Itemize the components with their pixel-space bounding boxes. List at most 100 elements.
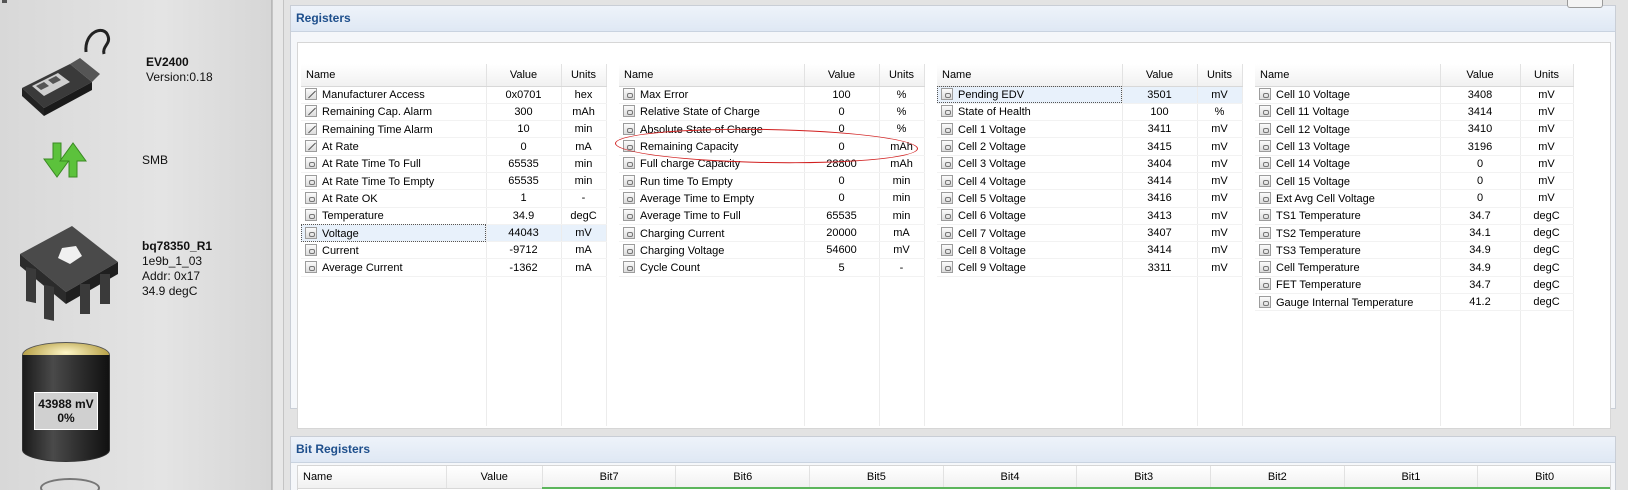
register-row[interactable]: Average Current -1362 mA (301, 258, 607, 277)
register-row[interactable]: Remaining Time Alarm 10 min (301, 120, 607, 139)
register-name-cell[interactable]: Temperature (301, 207, 487, 225)
register-row[interactable]: TS2 Temperature 34.1 degC (1255, 224, 1574, 243)
col-value[interactable]: Value (1440, 64, 1521, 87)
bit-col-value[interactable]: Value (446, 466, 543, 489)
col-value[interactable]: Value (486, 64, 562, 87)
register-name-cell[interactable]: Cycle Count (619, 258, 805, 277)
bit-col-name[interactable]: Name (298, 466, 447, 489)
register-row[interactable]: FET Temperature 34.7 degC (1255, 276, 1574, 295)
col-value[interactable]: Value (804, 64, 880, 87)
bit-col-bit1[interactable]: Bit1 (1344, 466, 1479, 489)
edit-pencil-icon[interactable] (305, 122, 317, 135)
register-row[interactable]: Current -9712 mA (301, 241, 607, 260)
register-name-cell[interactable]: Remaining Time Alarm (301, 120, 487, 139)
register-name-cell[interactable]: Average Current (301, 258, 487, 277)
col-units[interactable]: Units (1520, 64, 1574, 87)
bit-col-bit4[interactable]: Bit4 (943, 466, 1078, 489)
register-name-cell[interactable]: Run time To Empty (619, 172, 805, 191)
register-row[interactable]: Gauge Internal Temperature 41.2 degC (1255, 293, 1574, 312)
register-row[interactable]: Cell 12 Voltage 3410 mV (1255, 120, 1574, 139)
register-value[interactable]: 300 (486, 103, 562, 122)
register-name-cell[interactable]: Cell 12 Voltage (1255, 120, 1441, 139)
panel-splitter[interactable] (272, 0, 284, 490)
register-row[interactable]: Cell Temperature 34.9 degC (1255, 258, 1574, 277)
col-name[interactable]: Name (301, 64, 487, 87)
register-row[interactable]: At Rate Time To Full 65535 min (301, 155, 607, 173)
register-row[interactable]: Cell 11 Voltage 3414 mV (1255, 103, 1574, 122)
edit-pencil-icon[interactable] (305, 105, 317, 118)
register-name-cell[interactable]: Average Time to Full (619, 207, 805, 225)
register-row[interactable]: Cell 15 Voltage 0 mV (1255, 172, 1574, 191)
register-row[interactable]: Remaining Cap. Alarm 300 mAh (301, 103, 607, 122)
bit-col-bit0[interactable]: Bit0 (1477, 466, 1610, 489)
register-row[interactable]: Cell 10 Voltage 3408 mV (1255, 86, 1574, 104)
register-row[interactable]: TS1 Temperature 34.7 degC (1255, 207, 1574, 225)
register-row[interactable]: Cell 13 Voltage 3196 mV (1255, 137, 1574, 156)
register-name-cell[interactable]: Full charge Capacity (619, 155, 805, 173)
register-name-cell[interactable]: State of Health (937, 103, 1123, 122)
register-name-cell[interactable]: Cell Temperature (1255, 258, 1441, 277)
register-name-cell[interactable]: TS2 Temperature (1255, 224, 1441, 243)
register-name-cell[interactable]: At Rate Time To Empty (301, 172, 487, 191)
bit-col-bit2[interactable]: Bit2 (1210, 466, 1345, 489)
col-name[interactable]: Name (1255, 64, 1441, 87)
register-row[interactable]: Cell 8 Voltage 3414 mV (937, 241, 1243, 260)
col-name[interactable]: Name (937, 64, 1123, 87)
register-row[interactable]: State of Health 100% (937, 103, 1243, 122)
register-row[interactable]: Charging Voltage 54600 mV (619, 241, 925, 260)
register-name-cell[interactable]: Average Time to Empty (619, 189, 805, 208)
register-name-cell[interactable]: Cell 7 Voltage (937, 224, 1123, 243)
register-name-cell[interactable]: Cell 1 Voltage (937, 120, 1123, 139)
register-value[interactable]: 0x0701 (486, 86, 562, 104)
register-row[interactable]: Run time To Empty 0 min (619, 172, 925, 191)
register-name-cell[interactable]: Charging Current (619, 224, 805, 243)
register-name-cell[interactable]: Absolute State of Charge (619, 120, 805, 139)
register-name-cell[interactable]: Cell 15 Voltage (1255, 172, 1441, 191)
register-name-cell[interactable]: Cell 5 Voltage (937, 189, 1123, 208)
register-name-cell[interactable]: At Rate (301, 137, 487, 156)
register-name-cell[interactable]: Cell 11 Voltage (1255, 103, 1441, 122)
register-name-cell[interactable]: Cell 2 Voltage (937, 137, 1123, 156)
register-row[interactable]: Cycle Count 5- (619, 258, 925, 277)
register-value[interactable]: 10 (486, 120, 562, 139)
bit-col-bit7[interactable]: Bit7 (542, 466, 677, 489)
register-name-cell[interactable]: Cell 13 Voltage (1255, 137, 1441, 156)
register-row[interactable]: Cell 9 Voltage 3311 mV (937, 258, 1243, 277)
register-row[interactable]: Manufacturer Access 0x0701 hex (301, 86, 607, 104)
col-value[interactable]: Value (1122, 64, 1198, 87)
register-row[interactable]: Temperature 34.9 degC (301, 207, 607, 225)
register-row[interactable]: At Rate OK 1- (301, 189, 607, 208)
register-name-cell[interactable]: Relative State of Charge (619, 103, 805, 122)
col-name[interactable]: Name (619, 64, 805, 87)
register-name-cell[interactable]: Remaining Cap. Alarm (301, 103, 487, 122)
register-name-cell[interactable]: TS3 Temperature (1255, 241, 1441, 260)
top-scroll-handle[interactable] (1567, 0, 1603, 8)
register-row[interactable]: TS3 Temperature 34.9 degC (1255, 241, 1574, 260)
register-row[interactable]: Remaining Capacity 0 mAh (619, 137, 925, 156)
register-row[interactable]: Cell 7 Voltage 3407 mV (937, 224, 1243, 243)
edit-pencil-icon[interactable] (305, 88, 317, 101)
register-row[interactable]: Cell 2 Voltage 3415 mV (937, 137, 1243, 156)
register-row[interactable]: Full charge Capacity 28800 mAh (619, 155, 925, 173)
register-row[interactable]: Average Time to Full 65535 min (619, 207, 925, 225)
col-units[interactable]: Units (879, 64, 925, 87)
register-row[interactable]: Cell 4 Voltage 3414 mV (937, 172, 1243, 191)
register-name-cell[interactable]: Cell 9 Voltage (937, 258, 1123, 277)
register-name-cell[interactable]: Manufacturer Access (301, 86, 487, 104)
bit-col-bit3[interactable]: Bit3 (1076, 466, 1211, 489)
register-name-cell[interactable]: Pending EDV (937, 86, 1123, 104)
register-name-cell[interactable]: At Rate OK (301, 189, 487, 208)
register-name-cell[interactable]: Cell 8 Voltage (937, 241, 1123, 260)
register-row[interactable]: Voltage 44043 mV (301, 224, 607, 243)
register-name-cell[interactable]: Cell 6 Voltage (937, 207, 1123, 225)
register-name-cell[interactable]: Remaining Capacity (619, 137, 805, 156)
register-row[interactable]: Average Time to Empty 0 min (619, 189, 925, 208)
register-value[interactable]: 0 (486, 137, 562, 156)
register-name-cell[interactable]: TS1 Temperature (1255, 207, 1441, 225)
col-units[interactable]: Units (1197, 64, 1243, 87)
register-name-cell[interactable]: Charging Voltage (619, 241, 805, 260)
register-row[interactable]: Relative State of Charge 0% (619, 103, 925, 122)
register-row[interactable]: Pending EDV 3501 mV (937, 86, 1243, 104)
col-units[interactable]: Units (561, 64, 607, 87)
register-row[interactable]: Cell 1 Voltage 3411 mV (937, 120, 1243, 139)
